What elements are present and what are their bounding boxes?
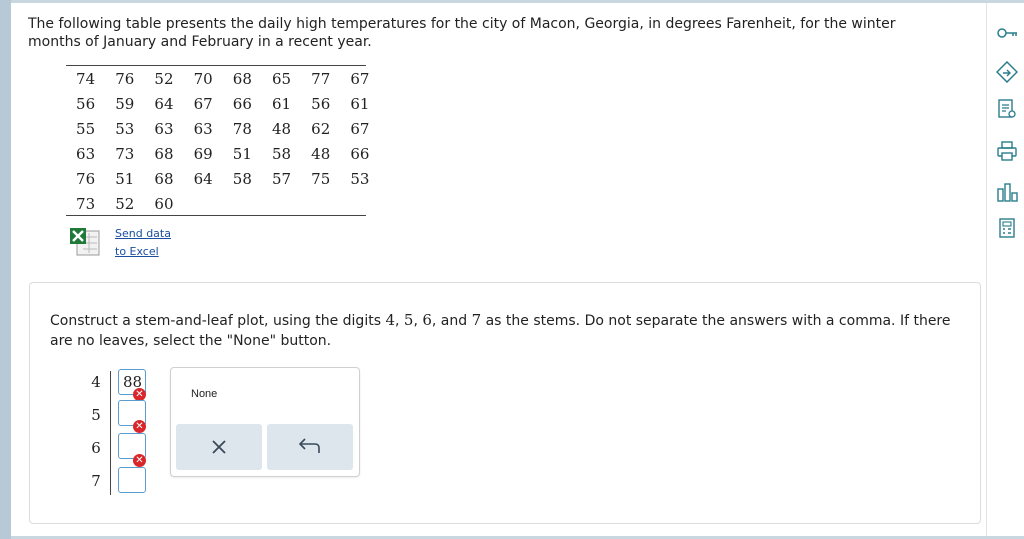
temperature-cell: 64 bbox=[154, 94, 174, 113]
send-to-excel-line2[interactable]: to Excel bbox=[115, 243, 185, 261]
temperature-cell: 52 bbox=[154, 69, 174, 88]
temperature-cell: 61 bbox=[271, 94, 292, 113]
hint-icon[interactable] bbox=[995, 60, 1019, 84]
temperature-cell: 62 bbox=[311, 119, 331, 138]
instr-sep3: , and bbox=[431, 313, 472, 329]
temperature-cell: 56 bbox=[76, 94, 96, 113]
instr-digit-6: 6 bbox=[422, 311, 432, 329]
temperature-cell bbox=[301, 191, 340, 216]
temperature-cell: 68 bbox=[232, 69, 252, 88]
excel-icon[interactable] bbox=[69, 227, 101, 257]
instr-digit-7: 7 bbox=[471, 311, 482, 329]
temperature-cell: 58 bbox=[232, 169, 252, 188]
temperature-cell: 73 bbox=[76, 194, 96, 213]
temperature-cell: 75 bbox=[311, 169, 331, 188]
temperature-cell: 57 bbox=[271, 169, 292, 188]
instr-digit-4: 4 bbox=[385, 311, 395, 329]
temperature-cell: 61 bbox=[350, 94, 370, 113]
temperature-cell: 48 bbox=[311, 144, 331, 163]
temperature-cell: 73 bbox=[115, 144, 135, 163]
clear-x-icon bbox=[212, 440, 226, 454]
temperature-cell bbox=[184, 191, 223, 216]
temperature-cell: 56 bbox=[311, 94, 331, 113]
error-icon: ✕ bbox=[133, 420, 146, 433]
intro-text: The following table presents the daily h… bbox=[28, 16, 896, 50]
temperature-cell: 68 bbox=[154, 144, 174, 163]
temperature-cell: 66 bbox=[232, 94, 252, 113]
send-to-excel-line1[interactable]: Send data bbox=[115, 225, 185, 243]
right-toolbar bbox=[986, 3, 1024, 536]
temperature-cell: 64 bbox=[193, 169, 213, 188]
temperature-cell: 65 bbox=[271, 69, 292, 88]
temperature-cell: 60 bbox=[154, 194, 174, 213]
temperature-cell: 58 bbox=[271, 144, 292, 163]
temperature-cell: 67 bbox=[193, 94, 213, 113]
calculator-icon[interactable] bbox=[996, 217, 1018, 239]
answer-palette: None bbox=[170, 367, 360, 477]
temperature-table: 74 76 52 70 68 65 77 67 56 59 64 67 66 61 56 61 55 53 63 63… bbox=[66, 66, 380, 216]
temperature-cell: 66 bbox=[350, 144, 370, 163]
chart-icon[interactable] bbox=[996, 181, 1018, 203]
table-row: 73 52 60 bbox=[66, 191, 380, 216]
none-button[interactable]: None bbox=[191, 388, 217, 400]
temperature-cell: 63 bbox=[193, 119, 213, 138]
answer-panel: Construct a stem-and-leaf plot, using th… bbox=[29, 282, 981, 524]
question-instructions: Construct a stem-and-leaf plot, using th… bbox=[50, 310, 960, 351]
temperature-cell: 53 bbox=[115, 119, 135, 138]
temperature-cell bbox=[262, 191, 301, 216]
table-row: 74 76 52 70 68 65 77 67 bbox=[66, 66, 380, 91]
left-edge-bar bbox=[0, 0, 11, 539]
temperature-cell: 74 bbox=[76, 69, 96, 88]
instr-part1: Construct a stem-and-leaf plot, using th… bbox=[50, 313, 386, 329]
table-row: 63 73 68 69 51 58 48 66 bbox=[66, 141, 380, 166]
temperature-cell: 78 bbox=[232, 119, 252, 138]
undo-icon bbox=[298, 438, 320, 453]
question-area: The following table presents the daily h… bbox=[11, 3, 986, 536]
temperature-cell: 67 bbox=[350, 119, 370, 138]
temperature-cell bbox=[340, 191, 379, 216]
temperature-cell: 48 bbox=[271, 119, 292, 138]
clear-button[interactable] bbox=[176, 424, 262, 470]
temperature-cell: 51 bbox=[232, 144, 252, 163]
temperature-cell: 68 bbox=[154, 169, 174, 188]
temperature-cell: 52 bbox=[115, 194, 135, 213]
table-row: 76 51 68 64 58 57 75 53 bbox=[66, 166, 380, 191]
stem-5: 5 bbox=[91, 406, 101, 424]
undo-button[interactable] bbox=[267, 424, 353, 470]
print-icon[interactable] bbox=[996, 140, 1018, 162]
leaf-input-7[interactable] bbox=[118, 467, 146, 493]
error-icon: ✕ bbox=[133, 454, 146, 467]
temperature-cell: 76 bbox=[76, 169, 96, 188]
stem-4: 4 bbox=[91, 373, 101, 391]
temperature-cell: 69 bbox=[193, 144, 213, 163]
table-bottom-rule bbox=[66, 215, 366, 216]
temperature-cell: 51 bbox=[115, 169, 135, 188]
temperature-cell: 77 bbox=[311, 69, 331, 88]
stem-6: 6 bbox=[91, 439, 101, 457]
temperature-cell: 55 bbox=[76, 119, 96, 138]
temperature-cell: 59 bbox=[115, 94, 135, 113]
temperature-cell: 67 bbox=[350, 69, 370, 88]
table-row: 56 59 64 67 66 61 56 61 bbox=[66, 91, 380, 116]
key-icon[interactable] bbox=[996, 22, 1018, 44]
instr-sep1: , bbox=[395, 313, 404, 329]
temperature-cell: 70 bbox=[193, 69, 213, 88]
stem-7: 7 bbox=[91, 472, 101, 490]
stem-divider bbox=[110, 371, 111, 495]
send-to-excel-link[interactable]: Send data to Excel bbox=[115, 225, 185, 261]
temperature-cell: 63 bbox=[76, 144, 96, 163]
temperature-cell bbox=[223, 191, 262, 216]
temperature-cell: 63 bbox=[154, 119, 174, 138]
table-row: 55 53 63 63 78 48 62 67 bbox=[66, 116, 380, 141]
temperature-cell: 76 bbox=[115, 69, 135, 88]
notes-icon[interactable] bbox=[996, 98, 1018, 120]
temperature-cell: 53 bbox=[350, 169, 370, 188]
